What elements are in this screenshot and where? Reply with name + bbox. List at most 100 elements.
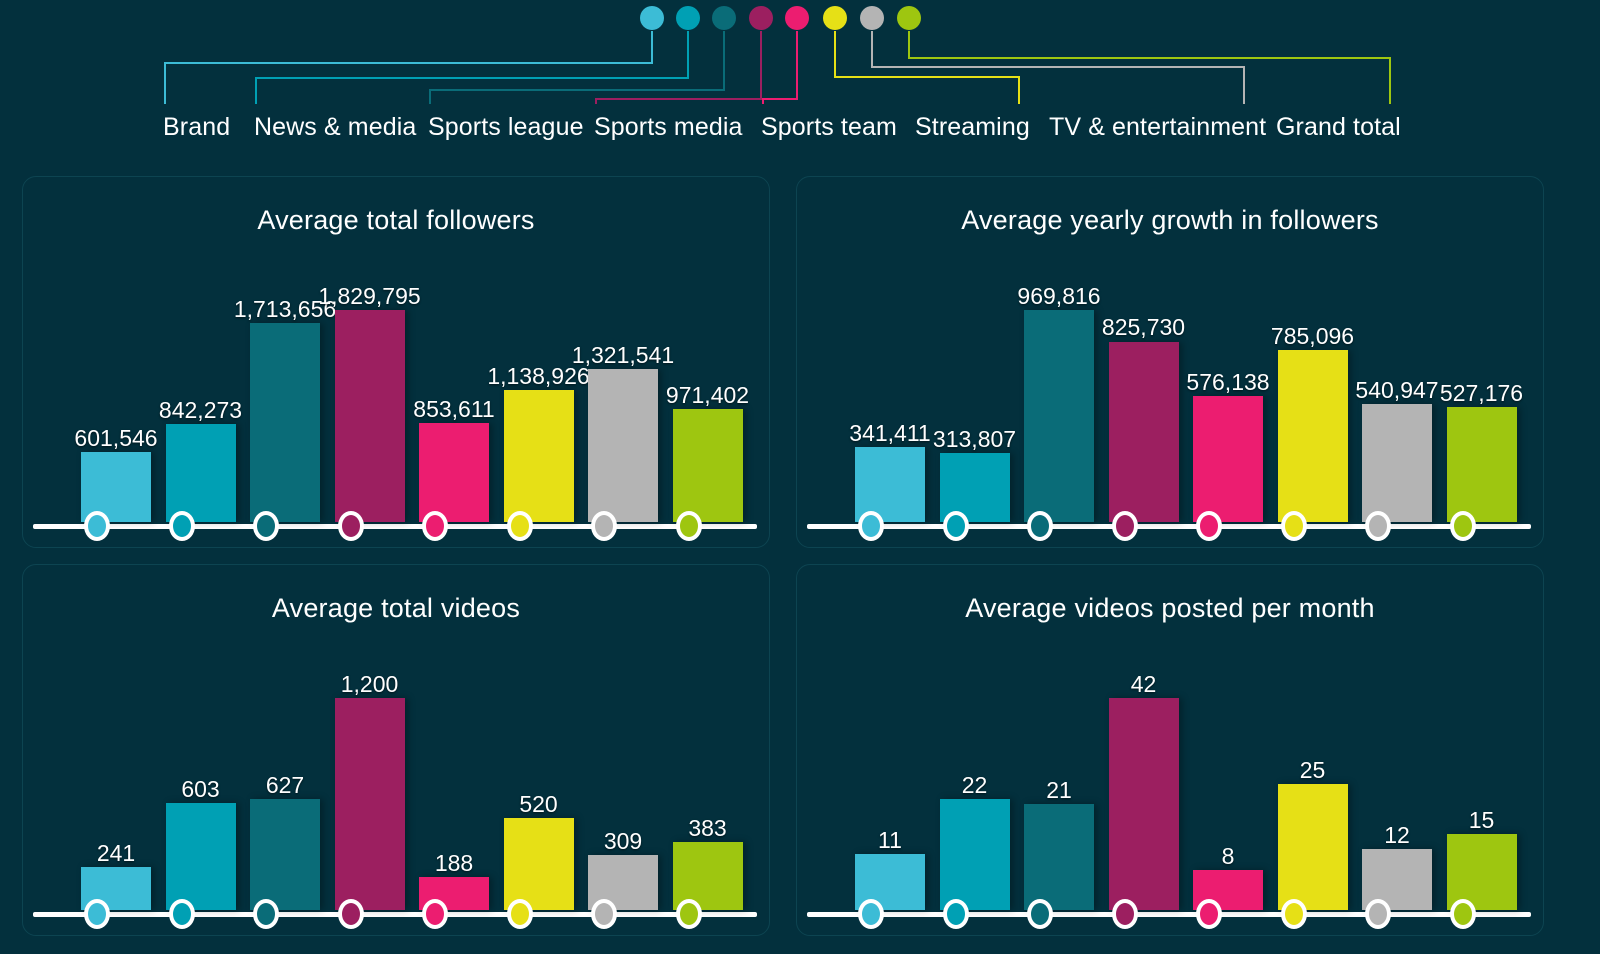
axis-category-marker[interactable] <box>1449 899 1476 929</box>
axis-category-marker[interactable] <box>1027 899 1053 929</box>
bar-value-label: 341,411 <box>849 420 931 447</box>
bar-value-label: 603 <box>181 776 220 803</box>
chart-panel-average-total-followers: Average total followers 601,546 842,273 1,… <box>22 176 770 548</box>
bar-value-label: 1,321,541 <box>571 341 675 368</box>
axis-category-marker[interactable] <box>84 899 110 929</box>
bar-value-label: 188 <box>434 849 474 876</box>
axis-category-marker[interactable] <box>422 899 448 929</box>
chart-plot-area: 601,546 842,273 1,713,656 1,829,795 853,611 1… <box>23 177 769 547</box>
axis-category-marker[interactable] <box>1365 511 1391 541</box>
bar[interactable] <box>588 368 658 522</box>
axis-category-marker[interactable] <box>1111 511 1138 541</box>
bar-value-label: 25 <box>1299 756 1326 783</box>
bar-value-label: 42 <box>1130 671 1157 697</box>
bar[interactable] <box>334 698 405 910</box>
axis-category-marker[interactable] <box>1449 511 1476 541</box>
axis-category-marker[interactable] <box>858 899 884 929</box>
axis-category-marker[interactable] <box>506 511 533 541</box>
bar[interactable] <box>165 424 236 522</box>
axis-category-marker[interactable] <box>1280 899 1307 929</box>
legend-leader-line <box>871 31 1245 104</box>
bar[interactable] <box>503 390 574 522</box>
bar[interactable] <box>334 310 405 522</box>
legend-leader-line <box>595 31 762 104</box>
bar-value-label: 520 <box>519 791 558 818</box>
dashboard-root: Brand News & media Sports league Sports med… <box>0 0 1600 954</box>
legend-label-sports-media[interactable]: Sports media <box>594 113 743 142</box>
category-legend: Brand News & media Sports league Sports med… <box>0 0 1600 160</box>
bar-value-label: 601,546 <box>74 425 158 452</box>
legend-label-news-media[interactable]: News & media <box>254 113 416 142</box>
axis-category-marker[interactable] <box>253 511 279 541</box>
legend-label-sports-league[interactable]: Sports league <box>428 113 584 142</box>
legend-leader-line <box>164 31 653 104</box>
axis-category-marker[interactable] <box>506 899 533 929</box>
axis-category-marker[interactable] <box>675 511 702 541</box>
axis-category-marker[interactable] <box>422 511 448 541</box>
bar[interactable] <box>1024 804 1094 910</box>
axis-category-marker[interactable] <box>675 899 702 929</box>
bar[interactable] <box>1277 783 1348 910</box>
legend-leader-line <box>762 31 798 104</box>
legend-leader-lines <box>164 31 1391 104</box>
chart-axis-line <box>33 524 757 529</box>
bar-value-label: 12 <box>1384 822 1410 849</box>
axis-category-marker[interactable] <box>942 899 969 929</box>
axis-category-marker[interactable] <box>253 899 279 929</box>
axis-category-marker[interactable] <box>591 899 617 929</box>
axis-category-marker[interactable] <box>337 899 364 929</box>
chart-plot-area: 341,411 313,807 969,816 825,730 576,138 785,0… <box>797 177 1543 547</box>
bar[interactable] <box>1024 310 1094 522</box>
bar[interactable] <box>1108 698 1179 910</box>
bar-value-label: 8 <box>1221 842 1235 869</box>
legend-label-tv-entertainment[interactable]: TV & entertainment <box>1049 113 1266 142</box>
bar[interactable] <box>250 799 320 910</box>
bar-value-label: 969,816 <box>1017 283 1101 309</box>
legend-leader-line <box>429 31 725 104</box>
bar[interactable] <box>250 323 320 522</box>
bar[interactable] <box>503 818 574 910</box>
axis-category-marker[interactable] <box>1111 899 1138 929</box>
axis-category-marker[interactable] <box>84 511 110 541</box>
bar-value-label: 21 <box>1046 777 1072 803</box>
legend-leader-line <box>255 31 689 104</box>
bar-value-label: 313,807 <box>932 426 1017 453</box>
chart-axis-line <box>807 524 1531 529</box>
bar[interactable] <box>1277 350 1348 522</box>
axis-category-marker[interactable] <box>942 511 969 541</box>
bar-value-label: 853,611 <box>413 396 495 423</box>
axis-category-marker[interactable] <box>1365 899 1391 929</box>
bar-value-label: 1,829,795 <box>318 283 421 309</box>
axis-category-marker[interactable] <box>168 511 195 541</box>
axis-category-marker[interactable] <box>337 511 364 541</box>
axis-category-marker[interactable] <box>168 899 195 929</box>
bar-value-label: 627 <box>265 772 305 799</box>
legend-label-streaming[interactable]: Streaming <box>915 113 1030 142</box>
axis-category-marker[interactable] <box>591 511 617 541</box>
bar[interactable] <box>419 423 489 522</box>
bar[interactable] <box>939 798 1010 910</box>
axis-category-marker[interactable] <box>858 511 884 541</box>
legend-label-sports-team[interactable]: Sports team <box>761 113 897 142</box>
bar-value-label: 971,402 <box>665 382 750 409</box>
bar[interactable] <box>1362 403 1432 522</box>
chart-panel-average-videos-posted-per-month: Average videos posted per month 11 22 21 42… <box>796 564 1544 936</box>
axis-category-marker[interactable] <box>1027 511 1053 541</box>
axis-category-marker[interactable] <box>1196 511 1222 541</box>
bar[interactable] <box>672 409 743 522</box>
bar[interactable] <box>1446 834 1517 910</box>
bar-value-label: 241 <box>96 840 136 867</box>
bar[interactable] <box>1446 406 1517 522</box>
axis-category-marker[interactable] <box>1280 511 1307 541</box>
axis-category-marker[interactable] <box>1196 899 1222 929</box>
bar[interactable] <box>855 447 925 522</box>
chart-panel-average-yearly-growth-in-followers: Average yearly growth in followers 341,4… <box>796 176 1544 548</box>
bar[interactable] <box>1108 341 1179 522</box>
bar-value-label: 785,096 <box>1270 323 1355 350</box>
legend-label-brand[interactable]: Brand <box>163 113 230 142</box>
bar[interactable] <box>165 803 236 910</box>
legend-label-grand-total[interactable]: Grand total <box>1276 113 1401 142</box>
bar-value-label: 576,138 <box>1186 369 1270 396</box>
bar-value-label: 15 <box>1468 807 1495 834</box>
bar[interactable] <box>1193 396 1263 522</box>
